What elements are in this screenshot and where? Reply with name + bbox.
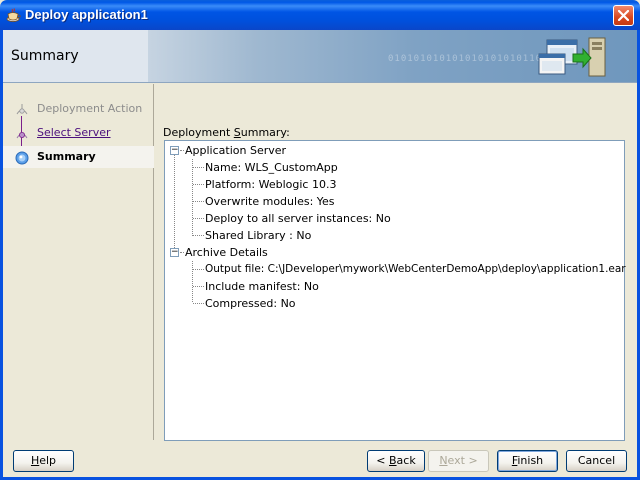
current-step-icon bbox=[15, 151, 29, 165]
tree-item-label: Include manifest: No bbox=[205, 280, 319, 293]
tree-group-application-server[interactable]: − Application Server bbox=[165, 142, 465, 159]
tree-item-include-manifest: Include manifest: No bbox=[165, 278, 605, 295]
page-title: Summary bbox=[11, 48, 79, 64]
summary-tree[interactable]: − Application Server Name: WLS_CustomApp… bbox=[164, 140, 626, 441]
tree-item-label: Output file: C:\JDeveloper\mywork\WebCen… bbox=[205, 263, 626, 275]
header-banner: Summary 0101010101010101010101101010101 bbox=[3, 30, 637, 83]
tree-item-compressed: Compressed: No bbox=[165, 295, 605, 312]
tree-item-overwrite-modules: Overwrite modules: Yes bbox=[165, 193, 605, 210]
step-done-icon bbox=[16, 104, 28, 115]
tree-item-label: Overwrite modules: Yes bbox=[205, 195, 335, 208]
tree-group-label: Application Server bbox=[185, 144, 287, 157]
close-button[interactable] bbox=[613, 5, 634, 26]
cancel-button[interactable]: Cancel bbox=[566, 450, 627, 472]
next-button[interactable]: Next > bbox=[428, 450, 489, 472]
tree-item-output-file: Output file: C:\JDeveloper\mywork\WebCen… bbox=[165, 261, 626, 278]
collapse-icon[interactable]: − bbox=[170, 248, 179, 257]
wizard-nav: Deployment Action Select Server Summary bbox=[3, 84, 154, 440]
tree-item-platform: Platform: Weblogic 10.3 bbox=[165, 176, 605, 193]
nav-item-select-server[interactable]: Select Server bbox=[3, 122, 154, 144]
tree-item-label: Platform: Weblogic 10.3 bbox=[205, 178, 337, 191]
finish-button[interactable]: Finish bbox=[497, 450, 558, 472]
step-link-icon bbox=[16, 131, 28, 139]
nav-item-summary[interactable]: Summary bbox=[3, 146, 154, 168]
help-button[interactable]: Help bbox=[13, 450, 74, 472]
nav-item-label: Summary bbox=[37, 150, 96, 163]
collapse-icon[interactable]: − bbox=[170, 146, 179, 155]
tree-group-label: Archive Details bbox=[185, 246, 268, 259]
deploy-graphic-icon bbox=[538, 37, 606, 77]
tree-item-shared-library: Shared Library : No bbox=[165, 227, 605, 244]
back-button[interactable]: < Back bbox=[367, 450, 425, 472]
coffee-cup-icon bbox=[6, 8, 21, 22]
tree-item-name: Name: WLS_CustomApp bbox=[165, 159, 605, 176]
section-label: Deployment Summary: bbox=[163, 126, 290, 139]
window-title: Deploy application1 bbox=[25, 7, 148, 22]
tree-item-deploy-all-instances: Deploy to all server instances: No bbox=[165, 210, 605, 227]
tree-item-label: Deploy to all server instances: No bbox=[205, 212, 391, 225]
tree-item-label: Name: WLS_CustomApp bbox=[205, 161, 338, 174]
nav-item-deployment-action: Deployment Action bbox=[3, 98, 154, 120]
tree-item-label: Shared Library : No bbox=[205, 229, 312, 242]
summary-panel: Deployment Summary: − Application Server… bbox=[155, 84, 634, 441]
tree-group-archive-details[interactable]: − Archive Details bbox=[165, 244, 465, 261]
nav-item-label[interactable]: Select Server bbox=[37, 126, 111, 139]
nav-item-label: Deployment Action bbox=[37, 102, 143, 115]
tree-item-label: Compressed: No bbox=[205, 297, 296, 310]
close-icon bbox=[618, 10, 629, 21]
window-titlebar[interactable]: Deploy application1 bbox=[0, 0, 640, 30]
